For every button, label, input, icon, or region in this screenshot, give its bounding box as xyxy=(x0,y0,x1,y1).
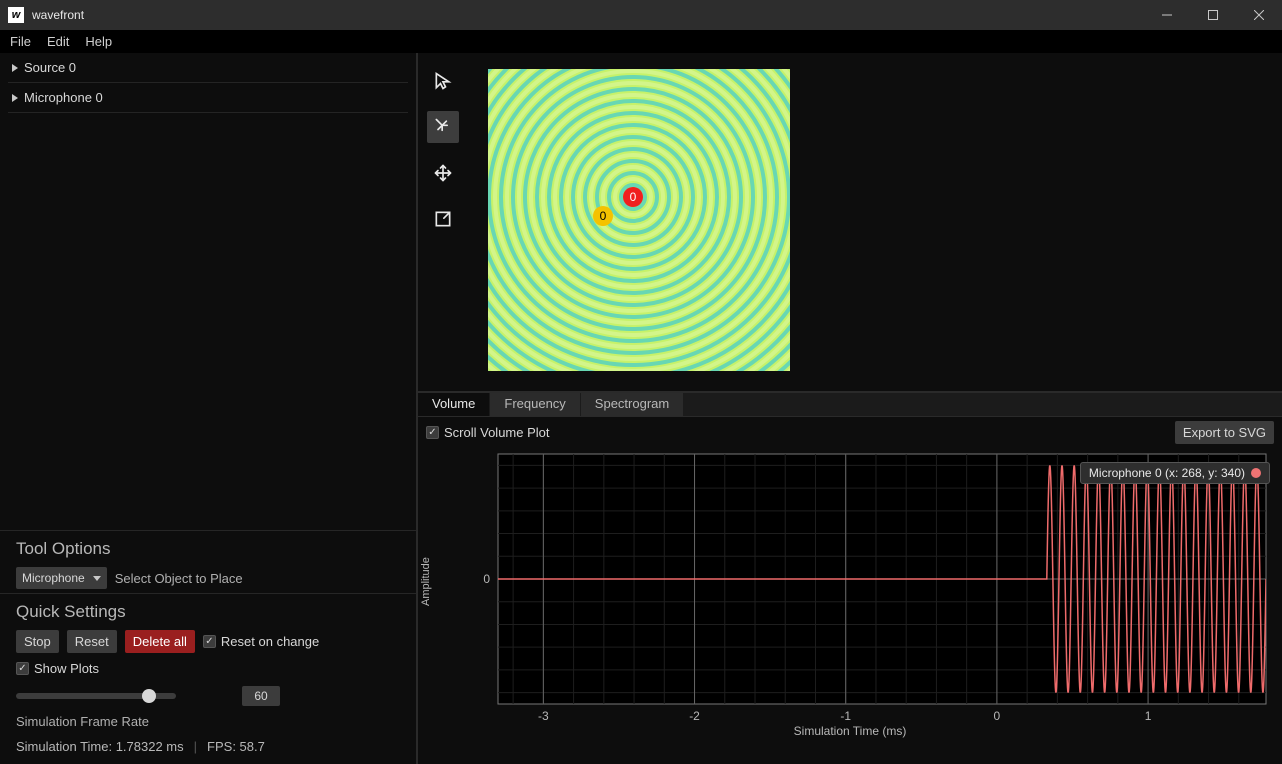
svg-text:1: 1 xyxy=(1145,709,1152,723)
minimize-button[interactable] xyxy=(1144,0,1190,30)
plot-toolbar: ✓ Scroll Volume Plot Export to SVG xyxy=(418,417,1282,448)
show-plots-checkbox[interactable]: ✓ Show Plots xyxy=(16,661,99,676)
pointer-tool[interactable] xyxy=(427,65,459,97)
checkbox-icon: ✓ xyxy=(426,426,439,439)
plot-tabs: Volume Frequency Spectrogram xyxy=(418,393,1282,417)
svg-text:0: 0 xyxy=(483,572,490,586)
legend-text: Microphone 0 (x: 268, y: 340) xyxy=(1089,466,1245,480)
tree-item-microphone[interactable]: Microphone 0 xyxy=(8,83,408,113)
menu-help[interactable]: Help xyxy=(78,32,119,51)
tool-options-panel: Tool Options Microphone Select Object to… xyxy=(0,530,416,593)
resize-tool[interactable] xyxy=(427,203,459,235)
x-axis-label: Simulation Time (ms) xyxy=(426,724,1274,738)
menu-file[interactable]: File xyxy=(3,32,38,51)
svg-text:-2: -2 xyxy=(689,709,700,723)
status-bar: Simulation Time: 1.78322 ms | FPS: 58.7 xyxy=(0,733,416,764)
checkbox-label: Scroll Volume Plot xyxy=(444,425,550,440)
window-title: wavefront xyxy=(32,8,84,22)
svg-text:-1: -1 xyxy=(840,709,851,723)
menu-edit[interactable]: Edit xyxy=(40,32,76,51)
move-tool[interactable] xyxy=(427,157,459,189)
tab-volume[interactable]: Volume xyxy=(418,393,490,416)
sim-toolbar xyxy=(418,53,468,391)
app-icon: w xyxy=(8,7,24,23)
scroll-plot-checkbox[interactable]: ✓ Scroll Volume Plot xyxy=(426,425,550,440)
maximize-button[interactable] xyxy=(1190,0,1236,30)
divider: | xyxy=(194,739,197,754)
tool-options-heading: Tool Options xyxy=(16,539,400,559)
checkbox-label: Reset on change xyxy=(221,634,319,649)
node-label: 0 xyxy=(630,190,637,204)
simulation-area: 0 0 xyxy=(418,53,1282,393)
frame-rate-label: Simulation Frame Rate xyxy=(16,714,149,729)
tab-spectrogram[interactable]: Spectrogram xyxy=(581,393,684,416)
simulation-time: Simulation Time: 1.78322 ms xyxy=(16,739,184,754)
plot-area: Volume Frequency Spectrogram ✓ Scroll Vo… xyxy=(418,393,1282,764)
quick-settings-heading: Quick Settings xyxy=(16,602,400,622)
microphone-node[interactable]: 0 xyxy=(593,206,613,226)
tree-item-label: Microphone 0 xyxy=(24,90,103,105)
volume-plot[interactable]: Amplitude -3 -2 -1 0 1 0 Microphone 0 (x: 268… xyxy=(418,448,1282,764)
quick-settings-panel: Quick Settings Stop Reset Delete all ✓ R… xyxy=(0,593,416,733)
legend-color-dot xyxy=(1251,468,1261,478)
window-controls xyxy=(1144,0,1282,30)
object-type-dropdown[interactable]: Microphone xyxy=(16,567,107,589)
svg-text:0: 0 xyxy=(994,709,1001,723)
frame-rate-input[interactable]: 60 xyxy=(242,686,280,706)
place-tool[interactable] xyxy=(427,111,459,143)
tree-item-source[interactable]: Source 0 xyxy=(8,53,408,83)
stop-button[interactable]: Stop xyxy=(16,630,59,653)
source-node[interactable]: 0 xyxy=(623,187,643,207)
tab-frequency[interactable]: Frequency xyxy=(490,393,580,416)
reset-on-change-checkbox[interactable]: ✓ Reset on change xyxy=(203,634,319,649)
plot-legend: Microphone 0 (x: 268, y: 340) xyxy=(1080,462,1270,484)
delete-all-button[interactable]: Delete all xyxy=(125,630,195,653)
node-label: 0 xyxy=(600,209,607,223)
dropdown-value: Microphone xyxy=(22,571,85,585)
title-bar: w wavefront xyxy=(0,0,1282,30)
close-button[interactable] xyxy=(1236,0,1282,30)
checkbox-icon: ✓ xyxy=(203,635,216,648)
y-axis-label: Amplitude xyxy=(420,557,432,606)
placement-hint: Select Object to Place xyxy=(115,571,243,586)
caret-right-icon xyxy=(12,64,18,72)
fps-readout: FPS: 58.7 xyxy=(207,739,265,754)
simulation-canvas[interactable]: 0 0 xyxy=(488,69,790,371)
checkbox-label: Show Plots xyxy=(34,661,99,676)
menu-bar: File Edit Help xyxy=(0,30,1282,53)
chevron-down-icon xyxy=(93,576,101,581)
export-svg-button[interactable]: Export to SVG xyxy=(1175,421,1274,444)
tree-item-label: Source 0 xyxy=(24,60,76,75)
svg-text:-3: -3 xyxy=(538,709,549,723)
reset-button[interactable]: Reset xyxy=(67,630,117,653)
sidebar: Source 0 Microphone 0 Tool Options Micro… xyxy=(0,53,418,764)
frame-rate-slider[interactable] xyxy=(16,693,176,699)
scene-tree: Source 0 Microphone 0 xyxy=(0,53,416,113)
caret-right-icon xyxy=(12,94,18,102)
checkbox-icon: ✓ xyxy=(16,662,29,675)
slider-thumb[interactable] xyxy=(142,689,156,703)
